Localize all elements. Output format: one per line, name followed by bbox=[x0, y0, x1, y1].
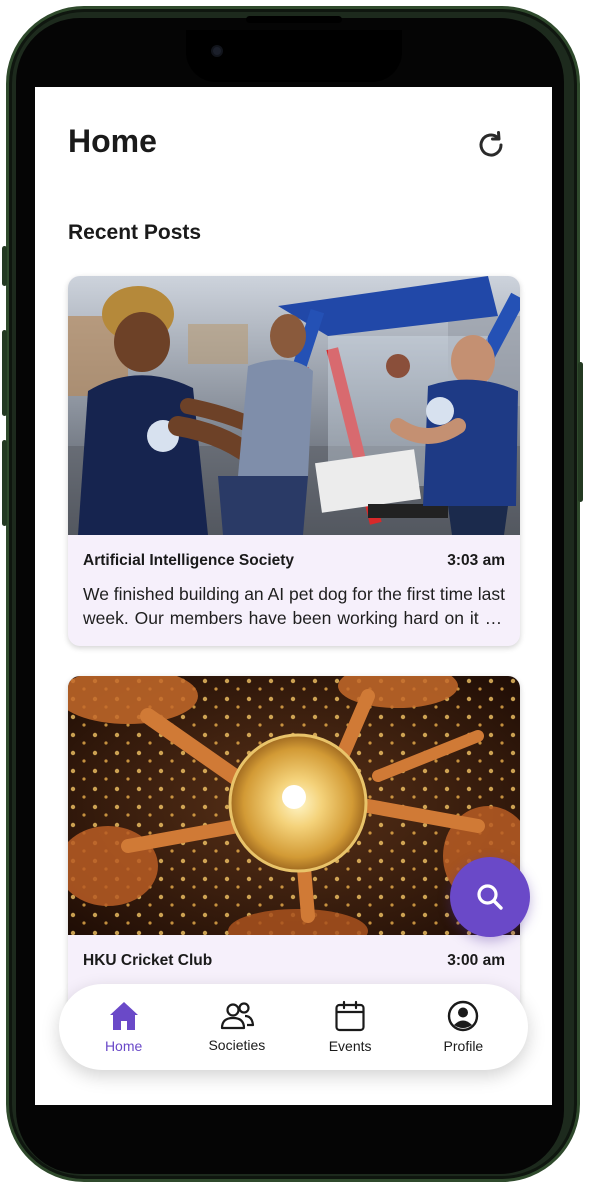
refresh-button[interactable] bbox=[473, 127, 509, 163]
post-society-name: HKU Cricket Club bbox=[83, 952, 213, 969]
volume-down-button bbox=[2, 440, 7, 526]
side-button bbox=[2, 246, 7, 286]
tab-profile[interactable]: Profile bbox=[413, 991, 513, 1063]
post-society-name: Artificial Intelligence Society bbox=[83, 552, 295, 569]
post-timestamp: 3:00 am bbox=[447, 952, 505, 969]
search-icon bbox=[477, 884, 503, 910]
post-excerpt: We finished building an AI pet dog for t… bbox=[83, 584, 505, 628]
post-timestamp: 3:03 am bbox=[447, 552, 505, 569]
tab-label: Societies bbox=[208, 1037, 266, 1053]
calendar-icon bbox=[335, 1000, 365, 1032]
page-title: Home bbox=[68, 123, 157, 159]
power-button bbox=[578, 362, 583, 502]
post-card[interactable]: Artificial Intelligence Society 3:03 am … bbox=[68, 276, 520, 646]
section-title: Recent Posts bbox=[68, 221, 202, 244]
search-button[interactable] bbox=[450, 857, 530, 937]
front-camera bbox=[211, 45, 223, 57]
tab-label: Events bbox=[328, 1038, 372, 1054]
app-screen: Home Recent Posts Artificial Intelligenc… bbox=[35, 87, 552, 1105]
tab-events[interactable]: Events bbox=[300, 991, 400, 1063]
post-meta: HKU Cricket Club 3:00 am bbox=[83, 952, 505, 970]
tab-home[interactable]: Home bbox=[74, 991, 174, 1063]
people-icon bbox=[220, 1002, 254, 1030]
tab-label: Home bbox=[104, 1038, 143, 1054]
refresh-icon bbox=[479, 131, 503, 157]
post-image-robotics bbox=[68, 276, 520, 535]
bottom-nav: Home Societies Events Profile bbox=[59, 984, 528, 1070]
tab-label: Profile bbox=[443, 1038, 484, 1054]
speaker-grille bbox=[246, 16, 342, 23]
profile-icon bbox=[448, 1000, 479, 1032]
tab-societies[interactable]: Societies bbox=[187, 991, 287, 1063]
volume-up-button bbox=[2, 330, 7, 416]
home-icon bbox=[109, 1002, 138, 1030]
post-meta: Artificial Intelligence Society 3:03 am bbox=[83, 552, 505, 570]
